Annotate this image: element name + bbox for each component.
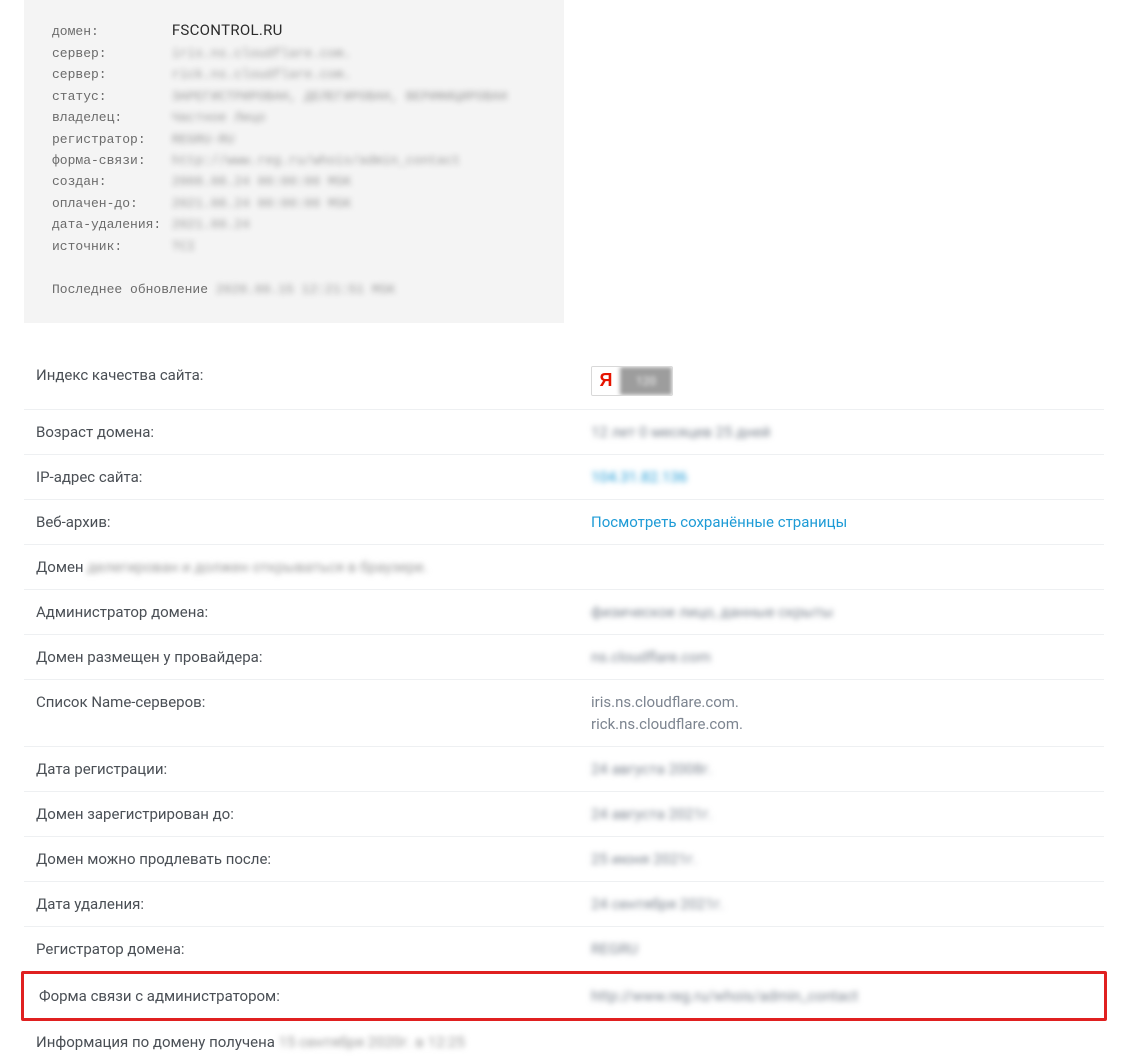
row-renew-after: Домен можно продлевать после: 25 июня 20… xyxy=(24,837,1104,882)
row-admin: Администратор домена: физическое лицо, д… xyxy=(24,590,1104,635)
whois-value: rick.ns.cloudflare.com. xyxy=(172,67,351,82)
label-provider: Домен размещен у провайдера: xyxy=(36,648,591,666)
value-ns: iris.ns.cloudflare.com. rick.ns.cloudfla… xyxy=(591,693,1092,733)
row-archive: Веб-архив: Посмотреть сохранённые страни… xyxy=(24,500,1104,545)
whois-key: сервер: xyxy=(52,43,164,64)
row-provider: Домен размещен у провайдера: ns.cloudfla… xyxy=(24,635,1104,680)
delegated-rest: делегирован и должен открываться в брауз… xyxy=(87,558,427,576)
value-contact-form: http://www.reg.ru/whois/admin_contact xyxy=(591,987,1089,1005)
ip-link[interactable]: 104.31.82.136 xyxy=(591,468,687,486)
row-contact-form-highlighted: Форма связи с администратором: http://ww… xyxy=(21,971,1107,1021)
value-registrar: REGRU xyxy=(591,940,1092,958)
whois-key: регистратор: xyxy=(52,129,164,150)
value-age: 12 лет 0 месяцев 25 дней xyxy=(591,423,1092,441)
whois-key: владелец: xyxy=(52,107,164,128)
whois-value: 2021.08.24 00:00:00 MSK xyxy=(172,196,351,211)
whois-row: статус: ЗАРЕГИСТРИРОВАН, ДЕЛЕГИРОВАН, ВЕ… xyxy=(52,86,536,107)
ns-entry-0: iris.ns.cloudflare.com. xyxy=(591,693,1092,711)
info-received-text: Информация по домену получена 15 сентябр… xyxy=(36,1033,465,1051)
row-ip: IP-адрес сайта: 104.31.82.136 xyxy=(24,455,1104,500)
value-reg-date: 24 августа 2008г. xyxy=(591,760,1092,778)
value-archive: Посмотреть сохранённые страницы xyxy=(591,513,1092,531)
whois-key: дата-удаления: xyxy=(52,214,164,235)
row-age: Возраст домена: 12 лет 0 месяцев 25 дней xyxy=(24,410,1104,455)
whois-raw-panel: домен: FSCONTROL.RUсервер: iris.ns.cloud… xyxy=(24,0,564,323)
whois-row: владелец: Частное Лицо xyxy=(52,107,536,128)
value-admin: физическое лицо, данные скрыты xyxy=(591,603,1092,621)
info-received-prefix: Информация по домену получена xyxy=(36,1033,275,1051)
yandex-quality-value: 120 xyxy=(620,367,672,395)
whois-value: REGRU-RU xyxy=(172,132,234,147)
whois-row: сервер: iris.ns.cloudflare.com. xyxy=(52,43,536,64)
whois-key: форма-связи: xyxy=(52,150,164,171)
whois-key: сервер: xyxy=(52,64,164,85)
label-ns: Список Name-серверов: xyxy=(36,693,591,711)
row-registrar: Регистратор домена: REGRU xyxy=(24,927,1104,972)
yandex-logo-icon: Я xyxy=(592,367,620,395)
whois-row: дата-удаления: 2021.09.24 xyxy=(52,214,536,235)
whois-value: TCI xyxy=(172,239,195,254)
row-del-date: Дата удаления: 24 сентября 2021г. xyxy=(24,882,1104,927)
whois-row: создан: 2008.08.24 00:00:00 MSK xyxy=(52,171,536,192)
value-quality: Я 120 xyxy=(591,366,1092,396)
whois-value: Частное Лицо xyxy=(172,110,266,125)
whois-value: FSCONTROL.RU xyxy=(172,21,283,39)
domain-info-table: Индекс качества сайта: Я 120 Возраст дом… xyxy=(24,353,1104,1064)
whois-key: создан: xyxy=(52,171,164,192)
delegated-text: Домен делегирован и должен открываться в… xyxy=(36,558,428,576)
whois-value: http://www.reg.ru/whois/admin_contact xyxy=(172,153,461,168)
label-del-date: Дата удаления: xyxy=(36,895,591,913)
label-contact-form: Форма связи с администратором: xyxy=(39,987,591,1005)
label-reg-until: Домен зарегистрирован до: xyxy=(36,805,591,823)
label-ip: IP-адрес сайта: xyxy=(36,468,591,486)
value-provider: ns.cloudflare.com xyxy=(591,648,1092,666)
whois-key: домен: xyxy=(52,21,164,42)
label-age: Возраст домена: xyxy=(36,423,591,441)
whois-value: ЗАРЕГИСТРИРОВАН, ДЕЛЕГИРОВАН, ВЕРИФИЦИРО… xyxy=(172,89,507,104)
whois-value: iris.ns.cloudflare.com. xyxy=(172,46,351,61)
whois-value: 2021.09.24 xyxy=(172,217,250,232)
whois-row: сервер: rick.ns.cloudflare.com. xyxy=(52,64,536,85)
whois-row: регистратор: REGRU-RU xyxy=(52,129,536,150)
whois-row: форма-связи: http://www.reg.ru/whois/adm… xyxy=(52,150,536,171)
label-admin: Администратор домена: xyxy=(36,603,591,621)
value-ip: 104.31.82.136 xyxy=(591,468,1092,486)
label-quality: Индекс качества сайта: xyxy=(36,366,591,384)
value-del-date: 24 сентября 2021г. xyxy=(591,895,1092,913)
whois-value: 2008.08.24 00:00:00 MSK xyxy=(172,174,351,189)
label-reg-date: Дата регистрации: xyxy=(36,760,591,778)
value-renew-after: 25 июня 2021г. xyxy=(591,850,1092,868)
label-archive: Веб-архив: xyxy=(36,513,591,531)
whois-key: статус: xyxy=(52,86,164,107)
row-delegated: Домен делегирован и должен открываться в… xyxy=(24,545,1104,590)
whois-footer: Последнее обновление 2020.09.15 12:21:51… xyxy=(52,279,536,300)
row-info-received: Информация по домену получена 15 сентябр… xyxy=(24,1020,1104,1064)
label-renew-after: Домен можно продлевать после: xyxy=(36,850,591,868)
whois-row: источник: TCI xyxy=(52,236,536,257)
delegated-prefix: Домен xyxy=(36,558,84,576)
row-reg-date: Дата регистрации: 24 августа 2008г. xyxy=(24,747,1104,792)
row-reg-until: Домен зарегистрирован до: 24 августа 202… xyxy=(24,792,1104,837)
whois-key: оплачен-до: xyxy=(52,193,164,214)
value-reg-until: 24 августа 2021г. xyxy=(591,805,1092,823)
whois-footer-value: 2020.09.15 12:21:51 MSK xyxy=(216,282,395,297)
row-quality: Индекс качества сайта: Я 120 xyxy=(24,353,1104,410)
whois-row: домен: FSCONTROL.RU xyxy=(52,18,536,43)
whois-footer-label: Последнее обновление xyxy=(52,282,208,297)
whois-key: источник: xyxy=(52,236,164,257)
archive-link[interactable]: Посмотреть сохранённые страницы xyxy=(591,513,847,531)
whois-rows: домен: FSCONTROL.RUсервер: iris.ns.cloud… xyxy=(52,18,536,257)
label-registrar: Регистратор домена: xyxy=(36,940,591,958)
ns-entry-1: rick.ns.cloudflare.com. xyxy=(591,715,1092,733)
yandex-quality-badge[interactable]: Я 120 xyxy=(591,366,673,396)
whois-row: оплачен-до: 2021.08.24 00:00:00 MSK xyxy=(52,193,536,214)
info-received-rest: 15 сентября 2020г. в 12:25 xyxy=(279,1033,465,1051)
row-ns: Список Name-серверов: iris.ns.cloudflare… xyxy=(24,680,1104,747)
